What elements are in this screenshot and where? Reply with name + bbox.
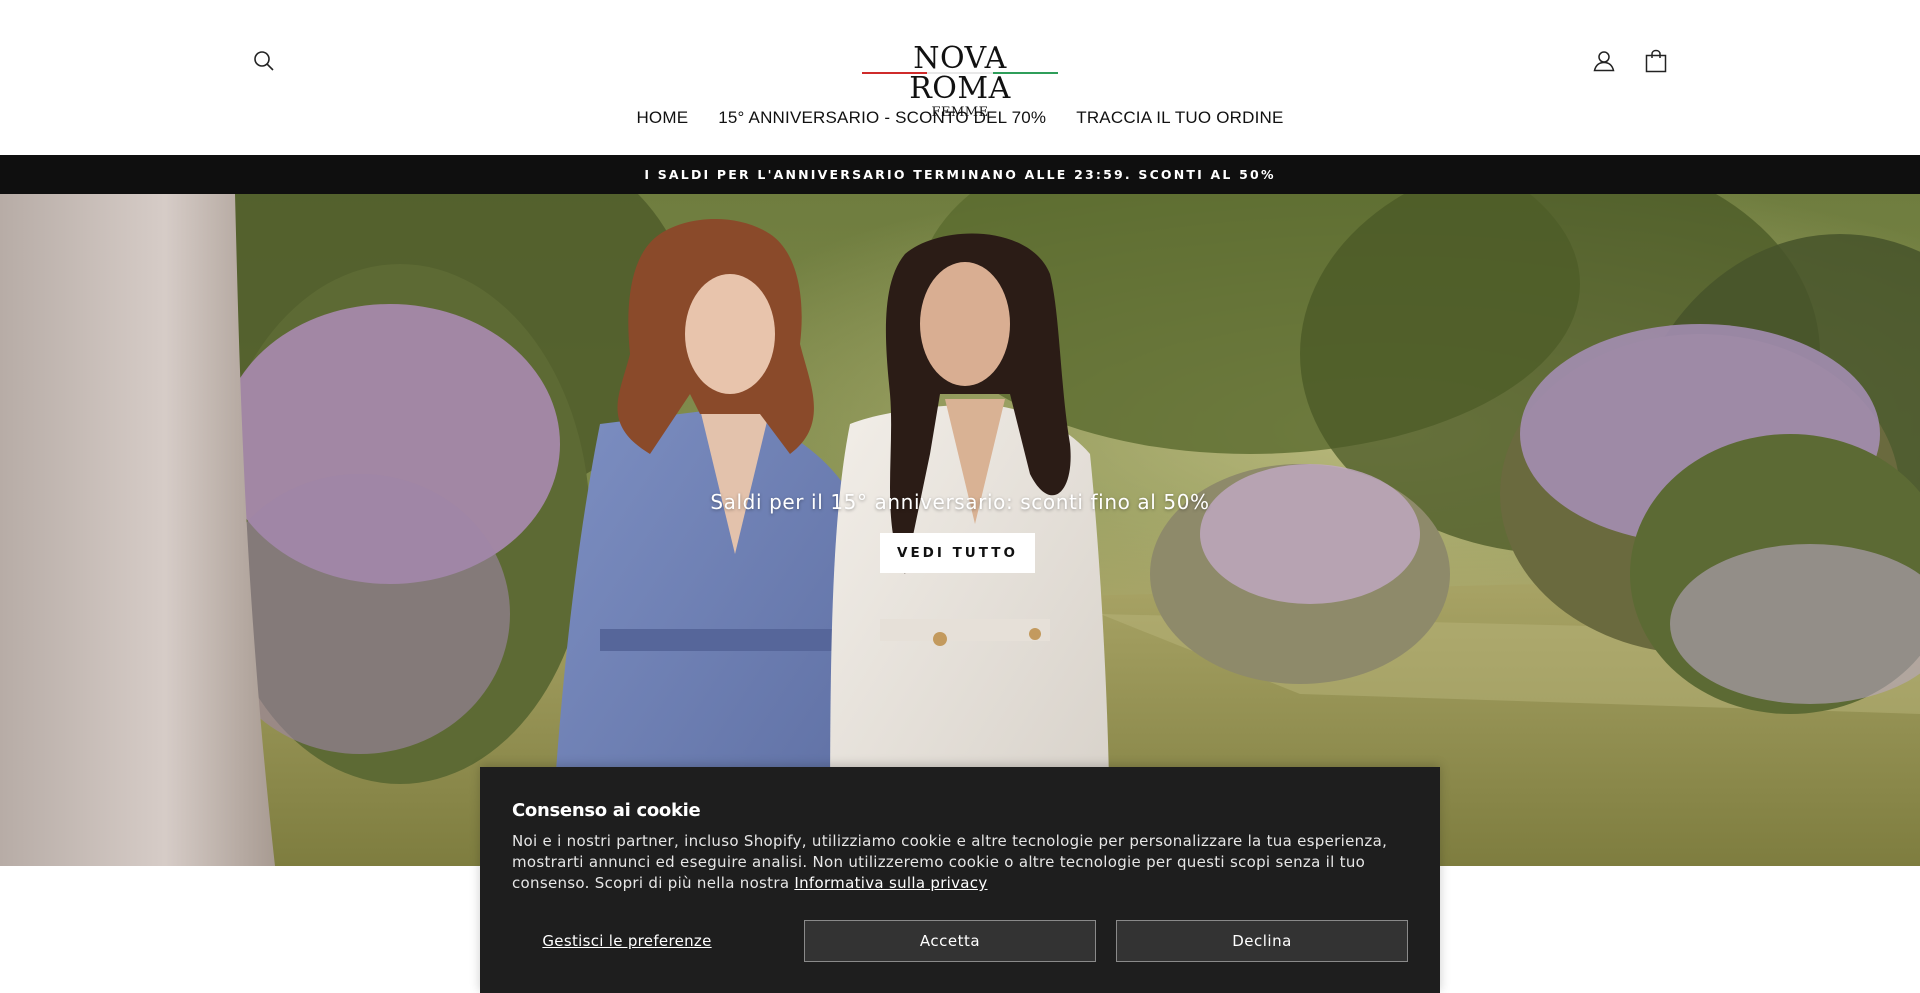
announcement-bar: I SALDI PER L'ANNIVERSARIO TERMINANO ALL… [0,155,1920,194]
announcement-text: I SALDI PER L'ANNIVERSARIO TERMINANO ALL… [644,167,1276,182]
cookie-consent-banner: Consenso ai cookie Noi e i nostri partne… [480,767,1440,993]
privacy-policy-link[interactable]: Informativa sulla privacy [794,874,987,892]
site-header: NOVA ROMA FEMME HOME 15° ANNIVERSARIO - … [0,0,1920,155]
cookie-title: Consenso ai cookie [512,800,701,821]
nav-item-home[interactable]: HOME [636,106,688,130]
hero-image [0,194,1920,866]
user-icon [1593,51,1615,72]
main-nav: HOME 15° ANNIVERSARIO - SCONTO DEL 70% T… [0,106,1920,130]
account-button[interactable] [1588,45,1620,77]
cookie-description: Noi e i nostri partner, incluso Shopify,… [512,831,1412,894]
accept-button[interactable]: Accetta [804,920,1096,962]
nav-item-track-order[interactable]: TRACCIA IL TUO ORDINE [1076,106,1283,130]
hero-banner: Saldi per il 15° anniversario: sconti fi… [0,194,1920,866]
decline-button[interactable]: Declina [1116,920,1408,962]
hero-title: Saldi per il 15° anniversario: sconti fi… [710,490,1210,514]
search-button[interactable] [248,45,280,77]
view-all-button[interactable]: VEDI TUTTO [880,533,1035,573]
manage-preferences-button[interactable]: Gestisci le preferenze [512,920,742,962]
search-icon [254,51,274,71]
bag-icon [1645,49,1667,73]
logo-main-text: NOVA ROMA [909,41,1011,106]
logo-stripe [862,72,1058,74]
nav-item-anniversary-sale[interactable]: 15° ANNIVERSARIO - SCONTO DEL 70% [718,106,1046,130]
cart-button[interactable] [1640,45,1672,77]
logo[interactable]: NOVA ROMA FEMME [860,44,1060,120]
